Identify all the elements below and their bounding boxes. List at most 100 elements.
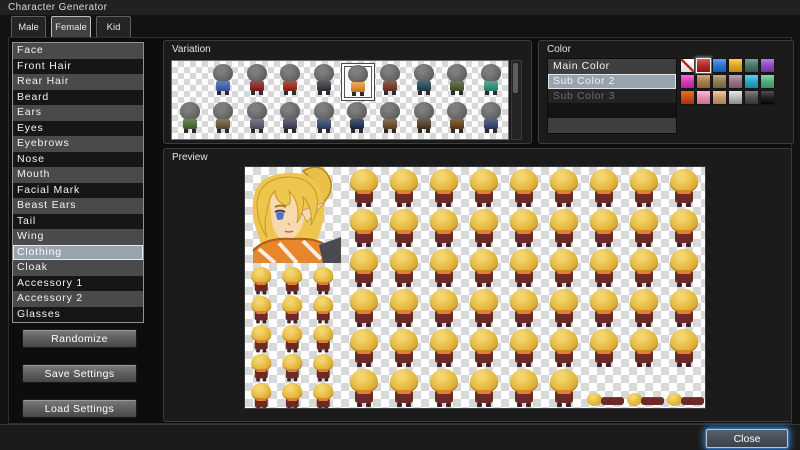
color-option-sub-color-2[interactable]: Sub Color 2 <box>548 74 676 89</box>
color-swatch[interactable] <box>744 74 759 89</box>
sidebar-item-beast-ears[interactable]: Beast Ears <box>13 198 143 214</box>
preview-sprite <box>311 267 335 294</box>
sidebar-item-accessory-2[interactable]: Accessory 2 <box>13 291 143 307</box>
variation-cell[interactable] <box>308 63 340 99</box>
sidebar-item-tail[interactable]: Tail <box>13 214 143 230</box>
sprite-scarf <box>437 350 451 354</box>
variation-mannequin <box>343 102 371 135</box>
sidebar-item-accessory-1[interactable]: Accessory 1 <box>13 276 143 292</box>
color-swatch[interactable] <box>696 74 711 89</box>
variation-cell[interactable] <box>241 101 273 137</box>
sprite-scarf <box>477 390 491 394</box>
mannequin-clothing <box>216 119 230 129</box>
mannequin-feet <box>284 91 288 95</box>
color-swatch[interactable] <box>728 58 743 73</box>
sidebar-item-eyes[interactable]: Eyes <box>13 121 143 137</box>
color-option-main-color[interactable]: Main Color <box>548 59 676 74</box>
sprite-scarf <box>357 310 371 314</box>
sidebar-item-front-hair[interactable]: Front Hair <box>13 59 143 75</box>
sprite-scarf <box>637 230 651 234</box>
sidebar-item-face[interactable]: Face <box>13 43 143 59</box>
sprite-body <box>681 397 704 405</box>
variation-cell[interactable] <box>241 63 273 99</box>
color-swatch[interactable] <box>744 58 759 73</box>
sidebar-item-clothing[interactable]: Clothing <box>13 245 143 261</box>
mannequin-clothing <box>250 81 264 91</box>
color-swatch[interactable] <box>696 90 711 105</box>
mannequin-head <box>447 64 467 82</box>
color-swatch[interactable] <box>760 58 775 73</box>
variation-cell[interactable] <box>207 101 239 137</box>
variation-cell[interactable] <box>207 63 239 99</box>
sidebar-item-wing[interactable]: Wing <box>13 229 143 245</box>
variation-cell[interactable] <box>408 63 440 99</box>
variation-cell[interactable] <box>341 101 373 137</box>
variation-cell[interactable] <box>174 63 206 99</box>
color-swatch[interactable] <box>760 74 775 89</box>
color-swatch[interactable] <box>712 90 727 105</box>
variation-cell[interactable] <box>475 63 507 99</box>
color-swatch[interactable] <box>728 90 743 105</box>
sidebar-item-ears[interactable]: Ears <box>13 105 143 121</box>
sprite-feet <box>477 323 482 327</box>
sprite-feet <box>287 291 291 294</box>
variation-scrollbar[interactable] <box>511 60 522 140</box>
variation-cell[interactable] <box>374 63 406 99</box>
sprite-scarf <box>517 270 531 274</box>
color-swatch[interactable] <box>728 74 743 89</box>
color-swatch[interactable] <box>760 90 775 105</box>
variation-cell[interactable] <box>408 101 440 137</box>
color-swatch[interactable] <box>712 58 727 73</box>
color-swatch-none[interactable] <box>680 58 695 73</box>
variation-cell[interactable] <box>441 63 473 99</box>
preview-sprite <box>280 296 304 323</box>
sprite-scarf <box>256 311 266 314</box>
color-swatch[interactable] <box>744 90 759 105</box>
preview-sprite <box>507 329 541 367</box>
variation-cell[interactable] <box>308 101 340 137</box>
sidebar-item-mouth[interactable]: Mouth <box>13 167 143 183</box>
color-option-empty <box>548 103 676 118</box>
sidebar-item-cloak[interactable]: Cloak <box>13 260 143 276</box>
mannequin-feet <box>352 92 356 96</box>
color-swatch-selected[interactable] <box>696 58 711 73</box>
sidebar-item-nose[interactable]: Nose <box>13 152 143 168</box>
sidebar-item-eyebrows[interactable]: Eyebrows <box>13 136 143 152</box>
mannequin-clothing <box>484 81 498 91</box>
mannequin-feet <box>251 129 255 133</box>
sprite-feet <box>318 349 322 352</box>
color-swatch[interactable] <box>712 74 727 89</box>
sidebar-item-rear-hair[interactable]: Rear Hair <box>13 74 143 90</box>
variation-cell[interactable] <box>475 101 507 137</box>
load-settings-button[interactable]: Load Settings <box>22 399 137 418</box>
save-settings-button[interactable]: Save Settings <box>22 364 137 383</box>
variation-cell[interactable] <box>374 101 406 137</box>
sprite-scarf <box>637 270 651 274</box>
variation-cell[interactable] <box>274 63 306 99</box>
tab-male[interactable]: Male <box>11 16 46 37</box>
preview-sprite-lying <box>667 393 705 407</box>
scrollbar-thumb[interactable] <box>513 63 518 93</box>
variation-cell-selected[interactable] <box>341 63 375 101</box>
preview-sprite <box>311 383 335 409</box>
sidebar-item-beard[interactable]: Beard <box>13 90 143 106</box>
color-swatch[interactable] <box>680 74 695 89</box>
randomize-button[interactable]: Randomize <box>22 329 137 348</box>
close-button[interactable]: Close <box>706 429 788 448</box>
variation-cell[interactable] <box>441 101 473 137</box>
tab-kid[interactable]: Kid <box>96 16 131 37</box>
sidebar-item-glasses[interactable]: Glasses <box>13 307 143 323</box>
tab-female[interactable]: Female <box>51 16 91 37</box>
mannequin-feet <box>418 129 422 133</box>
color-swatch[interactable] <box>680 90 695 105</box>
sprite-scarf <box>597 270 611 274</box>
variation-cell[interactable] <box>274 101 306 137</box>
preview-sprite <box>427 169 461 207</box>
sprite-feet <box>287 407 291 409</box>
mannequin-feet <box>485 91 489 95</box>
preview-sprite <box>627 169 661 207</box>
variation-cell[interactable] <box>174 101 206 137</box>
sprite-scarf <box>597 190 611 194</box>
sidebar-item-facial-mark[interactable]: Facial Mark <box>13 183 143 199</box>
sprite-scarf <box>397 350 411 354</box>
